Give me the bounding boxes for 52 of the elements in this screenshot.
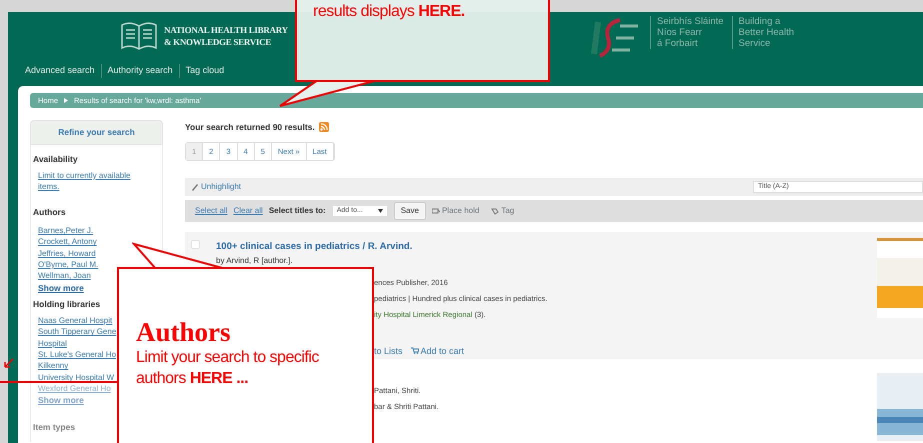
facet-heading: Holding libraries	[33, 298, 102, 312]
book-icon	[120, 20, 158, 52]
results-count: Your search returned 90 results.	[185, 120, 315, 134]
logo-text: Seirbhís Sláinte Níos Fearr á Forbairt	[650, 16, 724, 49]
facet-link[interactable]: Wexford General Ho	[33, 382, 111, 394]
facet-heading: Availability	[33, 153, 79, 166]
nav-link[interactable]: Advanced search	[25, 64, 95, 78]
facet-link[interactable]: Limit to currently available items.	[33, 170, 133, 192]
tag-link[interactable]: Tag	[491, 205, 514, 218]
result-author: by Arvind, R [author.].	[216, 254, 294, 266]
hold-icon	[432, 208, 440, 214]
nav-link[interactable]: Tag cloud	[186, 64, 224, 78]
cart-icon	[410, 347, 419, 354]
result-action-link[interactable]: Add to cart	[410, 342, 464, 358]
facet-link[interactable]: Wellman, Joan	[33, 270, 91, 282]
facet-link[interactable]: University Hospital W	[33, 372, 114, 383]
callout-title: Authors	[136, 317, 231, 347]
facet-link[interactable]: Hospital	[33, 338, 67, 349]
book-cover-placeholder	[877, 373, 923, 442]
result-action-link[interactable]: to Lists	[374, 342, 403, 358]
select-all-link[interactable]: Select all	[195, 205, 228, 218]
rss-icon[interactable]	[318, 122, 329, 132]
facet-heading: Item types	[33, 420, 76, 434]
clear-all-link[interactable]: Clear all	[233, 205, 263, 218]
facet-link[interactable]: Crockett, Antony	[33, 236, 97, 248]
nav-link[interactable]: Authority search	[108, 64, 173, 78]
caret-icon	[378, 209, 383, 214]
show-more-link[interactable]: Show more	[33, 394, 84, 407]
facet-link[interactable]: South Tipperary Gene	[33, 326, 116, 338]
result-title-link[interactable]: 100+ clinical cases in pediatrics / R. Arvind.	[216, 240, 861, 254]
facet-link[interactable]: Kilkenny	[33, 360, 68, 372]
facet-link[interactable]: Barnes,Peter J.	[33, 225, 94, 236]
chevron-icon	[64, 98, 68, 103]
callout-text: results displays HERE.	[313, 2, 466, 22]
callout-text: Limit your search to specific authors HERE ...	[136, 348, 320, 389]
place-hold-link[interactable]: Place hold	[432, 205, 480, 218]
sidebar-title: Refine your search	[30, 120, 163, 145]
facet-link[interactable]: O'Byrne, Paul M.	[33, 258, 98, 270]
facet-link[interactable]: Jeffries, Howard	[33, 248, 96, 259]
show-more-link[interactable]: Show more	[33, 282, 84, 294]
pen-icon	[191, 183, 199, 192]
facet-link[interactable]: St. Luke's General Ho	[33, 348, 116, 360]
facet-link[interactable]: Naas General Hospit	[33, 315, 112, 326]
tag-icon	[491, 208, 500, 215]
select-titles-label: Select titles to:	[268, 205, 326, 218]
result-checkbox[interactable]	[191, 240, 200, 250]
facet-heading: Authors	[33, 206, 67, 220]
tagline: Building a Better Health Service	[732, 16, 794, 49]
save-button[interactable]: Save	[394, 202, 426, 220]
arrow-icon	[4, 358, 14, 368]
logo-text: NATIONAL HEALTH LIBRARY & KNOWLEDGE SERVICE	[164, 24, 288, 48]
unhighlight-link[interactable]: Unhighlight	[191, 181, 242, 194]
